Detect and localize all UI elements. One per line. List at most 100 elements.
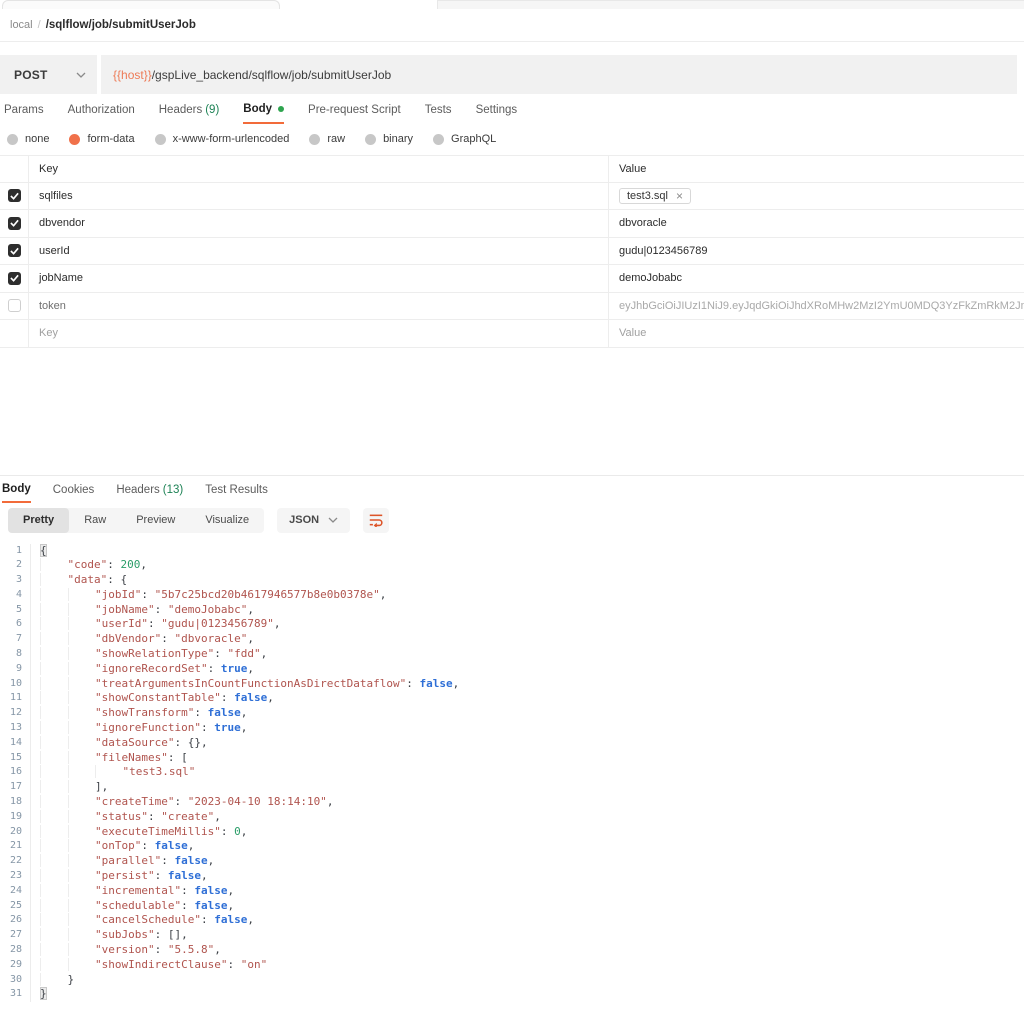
line-number: 9 xyxy=(0,662,30,677)
row-checkbox[interactable] xyxy=(8,244,21,257)
wrap-text-button[interactable] xyxy=(363,508,389,533)
tab-body[interactable]: Body xyxy=(243,103,284,124)
browser-tab-ghost[interactable] xyxy=(2,0,280,9)
tab-settings[interactable]: Settings xyxy=(476,103,518,124)
row-checkbox[interactable] xyxy=(8,189,21,202)
code-text: "onTop": false, xyxy=(30,839,194,854)
code-line: 2 "code": 200, xyxy=(0,558,1024,573)
tab-pre-request-script[interactable]: Pre-request Script xyxy=(308,103,401,124)
code-text: "parallel": false, xyxy=(30,854,214,869)
row-checkbox[interactable] xyxy=(8,217,21,230)
value-cell[interactable]: dbvoracle xyxy=(608,210,1024,237)
line-number: 7 xyxy=(0,632,30,647)
url-input[interactable]: {{host}}/gspLive_backend/sqlflow/job/sub… xyxy=(101,55,1017,94)
code-line: 28 "version": "5.5.8", xyxy=(0,943,1024,958)
tab-label: Test Results xyxy=(205,484,268,496)
checkbox-cell xyxy=(0,183,29,210)
code-line: 4 "jobId": "5b7c25bcd20b4617946577b8e0b0… xyxy=(0,588,1024,603)
code-text: "data": { xyxy=(30,573,127,588)
line-number: 11 xyxy=(0,691,30,706)
response-tab-body[interactable]: Body xyxy=(2,483,31,503)
code-text: "dbVendor": "dbvoracle", xyxy=(30,632,254,647)
code-text: "treatArgumentsInCountFunctionAsDirectDa… xyxy=(30,677,459,692)
code-text: "subJobs": [], xyxy=(30,928,188,943)
tab-count-badge: (9) xyxy=(205,104,219,116)
body-mode-x-www-form-urlencoded[interactable]: x-www-form-urlencoded xyxy=(155,133,290,145)
tab-label: Authorization xyxy=(68,104,135,116)
body-mode-label: form-data xyxy=(87,133,134,145)
browser-tab-ghost[interactable] xyxy=(437,0,1024,9)
code-line: 21 "onTop": false, xyxy=(0,839,1024,854)
breadcrumb-separator: / xyxy=(38,19,41,31)
line-number: 6 xyxy=(0,617,30,632)
value-text: gudu|0123456789 xyxy=(619,245,708,257)
code-line: 14 "dataSource": {}, xyxy=(0,736,1024,751)
code-line: 17 ], xyxy=(0,780,1024,795)
chip-remove-icon[interactable]: × xyxy=(676,190,683,202)
file-chip[interactable]: test3.sql× xyxy=(619,188,691,204)
code-text: } xyxy=(30,987,47,1002)
code-line: 8 "showRelationType": "fdd", xyxy=(0,647,1024,662)
value-cell[interactable]: demoJobabc xyxy=(608,265,1024,292)
key-cell[interactable]: jobName xyxy=(29,265,608,292)
chevron-down-icon xyxy=(328,517,338,523)
body-mode-graphql[interactable]: GraphQL xyxy=(433,133,496,145)
code-line: 3 "data": { xyxy=(0,573,1024,588)
format-dropdown[interactable]: JSON xyxy=(277,508,350,533)
tab-tests[interactable]: Tests xyxy=(425,103,452,124)
radio-icon xyxy=(69,134,80,145)
code-text: { xyxy=(30,544,47,559)
method-select[interactable]: POST xyxy=(0,55,97,94)
code-text: "showIndirectClause": "on" xyxy=(30,958,267,973)
response-body-json: 1{2 "code": 200,3 "data": {4 "jobId": "5… xyxy=(0,544,1024,1003)
tab-headers[interactable]: Headers(9) xyxy=(159,103,220,124)
line-number: 22 xyxy=(0,854,30,869)
line-number: 8 xyxy=(0,647,30,662)
view-mode-visualize[interactable]: Visualize xyxy=(190,508,264,533)
row-checkbox[interactable] xyxy=(8,299,21,312)
view-mode-raw[interactable]: Raw xyxy=(69,508,121,533)
line-number: 26 xyxy=(0,913,30,928)
code-text: "showTransform": false, xyxy=(30,706,247,721)
code-line: 20 "executeTimeMillis": 0, xyxy=(0,825,1024,840)
table-row: dbvendordbvoracle xyxy=(0,210,1024,238)
value-cell[interactable]: Value xyxy=(608,320,1024,347)
line-number: 14 xyxy=(0,736,30,751)
checkbox-cell xyxy=(0,293,29,320)
breadcrumb-workspace[interactable]: local xyxy=(10,19,33,31)
response-tab-test-results[interactable]: Test Results xyxy=(205,483,268,503)
response-tab-cookies[interactable]: Cookies xyxy=(53,483,95,503)
tab-authorization[interactable]: Authorization xyxy=(68,103,135,124)
view-mode-pretty[interactable]: Pretty xyxy=(8,508,69,533)
response-toolbar: PrettyRawPreviewVisualize JSON xyxy=(0,508,1024,533)
value-cell[interactable]: gudu|0123456789 xyxy=(608,238,1024,265)
view-mode-preview[interactable]: Preview xyxy=(121,508,190,533)
code-text: "userId": "gudu|0123456789", xyxy=(30,617,280,632)
key-cell[interactable]: dbvendor xyxy=(29,210,608,237)
code-line: 23 "persist": false, xyxy=(0,869,1024,884)
body-mode-none[interactable]: none xyxy=(7,133,49,145)
tab-label: Tests xyxy=(425,104,452,116)
request-url-bar: POST {{host}}/gspLive_backend/sqlflow/jo… xyxy=(0,55,1024,94)
url-host-variable: {{host}} xyxy=(113,68,152,82)
value-cell[interactable]: eyJhbGciOiJIUzI1NiJ9.eyJqdGkiOiJhdXRoMHw… xyxy=(608,293,1024,320)
body-mode-form-data[interactable]: form-data xyxy=(69,133,134,145)
response-tab-headers[interactable]: Headers(13) xyxy=(116,483,183,503)
code-line: 1{ xyxy=(0,544,1024,559)
value-cell[interactable]: test3.sql× xyxy=(608,183,1024,210)
key-cell[interactable]: token xyxy=(29,293,608,320)
code-text: "persist": false, xyxy=(30,869,208,884)
key-cell[interactable]: userId xyxy=(29,238,608,265)
key-cell[interactable]: Key xyxy=(29,320,608,347)
chevron-down-icon xyxy=(76,72,86,78)
line-number: 18 xyxy=(0,795,30,810)
line-number: 29 xyxy=(0,958,30,973)
body-mode-binary[interactable]: binary xyxy=(365,133,413,145)
table-placeholder-row: KeyValue xyxy=(0,320,1024,348)
key-cell[interactable]: sqlfiles xyxy=(29,183,608,210)
row-checkbox[interactable] xyxy=(8,272,21,285)
tab-params[interactable]: Params xyxy=(4,103,44,124)
body-mode-raw[interactable]: raw xyxy=(309,133,345,145)
code-line: 18 "createTime": "2023-04-10 18:14:10", xyxy=(0,795,1024,810)
code-text: "showRelationType": "fdd", xyxy=(30,647,267,662)
